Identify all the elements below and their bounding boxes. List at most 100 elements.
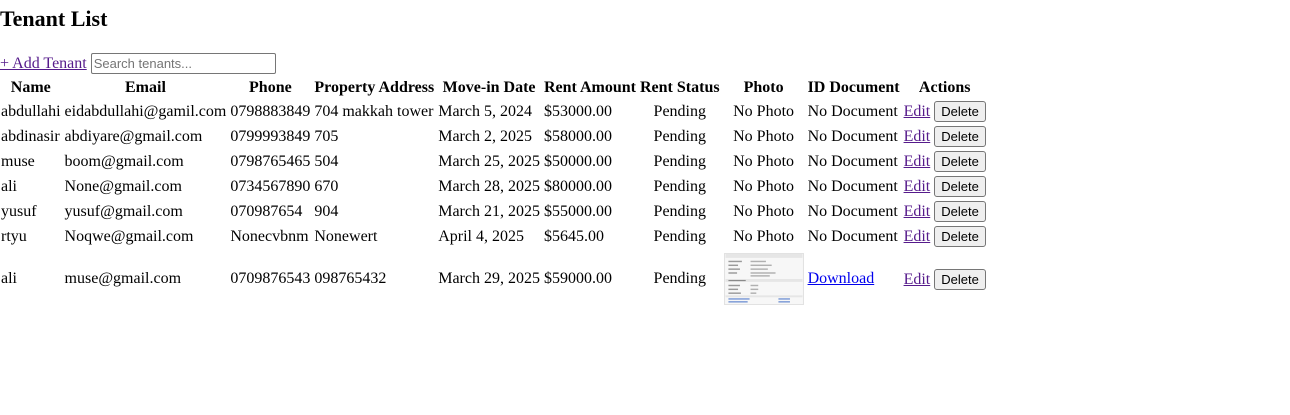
cell-email: eidabdullahi@gamil.com bbox=[64, 102, 227, 120]
table-row: rtyu Noqwe@gmail.com Nonecvbnm Nonewert … bbox=[0, 225, 987, 248]
delete-button[interactable]: Delete bbox=[934, 226, 986, 247]
cell-actions: Edit Delete bbox=[903, 200, 987, 223]
edit-link[interactable]: Edit bbox=[904, 271, 931, 288]
delete-button[interactable]: Delete bbox=[934, 151, 986, 172]
cell-id-document: No Document bbox=[807, 152, 898, 170]
cell-actions: Edit Delete bbox=[903, 175, 987, 198]
cell-rent: $50000.00 bbox=[543, 152, 612, 170]
cell-actions: Edit Delete bbox=[903, 125, 987, 148]
cell-phone: 0709876543 bbox=[230, 270, 311, 287]
tenant-table: Name Email Phone Property Address Move-i… bbox=[0, 75, 989, 310]
cell-address: 705 bbox=[314, 127, 339, 145]
cell-name: yusuf bbox=[1, 202, 37, 220]
table-header-row: Name Email Phone Property Address Move-i… bbox=[0, 77, 987, 98]
delete-button[interactable]: Delete bbox=[934, 268, 986, 290]
column-header-actions: Actions bbox=[918, 78, 971, 96]
tenant-photo-thumbnail[interactable] bbox=[723, 253, 804, 305]
cell-id-document: Download bbox=[807, 250, 901, 308]
cell-email: yusuf@gmail.com bbox=[64, 202, 183, 220]
cell-id-document: No Document bbox=[807, 102, 898, 120]
download-id-document-link[interactable]: Download bbox=[808, 270, 875, 287]
cell-name: muse bbox=[1, 152, 35, 170]
column-header-rent: Rent Amount bbox=[543, 78, 636, 96]
delete-button[interactable]: Delete bbox=[934, 201, 986, 222]
table-row: abdullahi eidabdullahi@gamil.com 0798883… bbox=[0, 100, 987, 123]
cell-move-in: March 25, 2025 bbox=[438, 152, 540, 170]
cell-name: ali bbox=[1, 177, 17, 195]
cell-status: Pending bbox=[653, 102, 706, 120]
column-header-move-in: Move-in Date bbox=[442, 78, 536, 96]
cell-rent: $59000.00 bbox=[543, 270, 612, 287]
cell-actions: Edit Delete bbox=[903, 150, 987, 173]
cell-email: None@gmail.com bbox=[64, 177, 182, 195]
cell-move-in: March 28, 2025 bbox=[438, 177, 540, 195]
cell-name: abdullahi bbox=[1, 102, 61, 120]
cell-address: Nonewert bbox=[314, 227, 378, 245]
cell-photo: No Photo bbox=[733, 127, 795, 145]
table-row: muse boom@gmail.com 0798765465 504 March… bbox=[0, 150, 987, 173]
search-input[interactable] bbox=[90, 53, 276, 74]
cell-actions: Edit Delete bbox=[903, 225, 987, 248]
toolbar: + Add Tenant bbox=[0, 53, 276, 74]
column-header-address: Property Address bbox=[314, 78, 435, 96]
column-header-email: Email bbox=[125, 78, 166, 96]
cell-phone: Nonecvbnm bbox=[230, 227, 309, 245]
page-title: Tenant List bbox=[0, 6, 108, 31]
cell-status: Pending bbox=[653, 152, 706, 170]
table-row: ali muse@gmail.com 0709876543 098765432 … bbox=[0, 250, 987, 308]
edit-link[interactable]: Edit bbox=[904, 103, 931, 120]
cell-move-in: March 5, 2024 bbox=[438, 102, 532, 120]
cell-status: Pending bbox=[653, 227, 706, 245]
cell-address: 504 bbox=[314, 152, 339, 170]
cell-id-document: No Document bbox=[807, 177, 898, 195]
delete-button[interactable]: Delete bbox=[934, 176, 986, 197]
cell-phone: 0798765465 bbox=[230, 152, 311, 170]
cell-rent: $5645.00 bbox=[543, 227, 604, 245]
cell-status: Pending bbox=[653, 127, 706, 145]
cell-move-in: March 29, 2025 bbox=[438, 270, 540, 287]
cell-address: 904 bbox=[314, 202, 339, 220]
cell-rent: $58000.00 bbox=[543, 127, 612, 145]
edit-link[interactable]: Edit bbox=[904, 203, 931, 220]
cell-name: rtyu bbox=[1, 227, 27, 245]
cell-photo: No Photo bbox=[733, 152, 795, 170]
cell-address: 704 makkah tower bbox=[314, 102, 434, 120]
column-header-name: Name bbox=[10, 78, 51, 96]
cell-phone: 0798883849 bbox=[230, 102, 311, 120]
delete-button[interactable]: Delete bbox=[934, 126, 986, 147]
cell-actions: Edit Delete bbox=[903, 250, 987, 308]
column-header-photo: Photo bbox=[743, 78, 784, 96]
table-row: abdinasir abdiyare@gmail.com 0799993849 … bbox=[0, 125, 987, 148]
cell-photo: No Photo bbox=[733, 102, 795, 120]
cell-name: abdinasir bbox=[1, 127, 60, 145]
edit-link[interactable]: Edit bbox=[904, 178, 931, 195]
cell-address: 670 bbox=[314, 177, 339, 195]
cell-email: boom@gmail.com bbox=[64, 152, 184, 170]
edit-link[interactable]: Edit bbox=[904, 128, 931, 145]
cell-id-document: No Document bbox=[807, 202, 898, 220]
cell-status: Pending bbox=[653, 202, 706, 220]
cell-id-document: No Document bbox=[807, 227, 898, 245]
cell-rent: $53000.00 bbox=[543, 102, 612, 120]
add-tenant-link[interactable]: + Add Tenant bbox=[0, 55, 87, 73]
cell-phone: 0799993849 bbox=[230, 127, 311, 145]
cell-status: Pending bbox=[653, 177, 706, 195]
delete-button[interactable]: Delete bbox=[934, 101, 986, 122]
cell-id-document: No Document bbox=[807, 127, 898, 145]
cell-email: abdiyare@gmail.com bbox=[64, 127, 203, 145]
column-header-status: Rent Status bbox=[640, 78, 720, 96]
cell-move-in: April 4, 2025 bbox=[438, 227, 524, 245]
cell-move-in: March 21, 2025 bbox=[438, 202, 540, 220]
cell-email: Noqwe@gmail.com bbox=[64, 227, 194, 245]
cell-phone: 0734567890 bbox=[230, 177, 311, 195]
cell-photo: No Photo bbox=[733, 227, 795, 245]
cell-photo: No Photo bbox=[733, 177, 795, 195]
table-row: ali None@gmail.com 0734567890 670 March … bbox=[0, 175, 987, 198]
cell-name: ali bbox=[1, 270, 17, 287]
table-row: yusuf yusuf@gmail.com 070987654 904 Marc… bbox=[0, 200, 987, 223]
cell-actions: Edit Delete bbox=[903, 100, 987, 123]
edit-link[interactable]: Edit bbox=[904, 228, 931, 245]
edit-link[interactable]: Edit bbox=[904, 153, 931, 170]
column-header-phone: Phone bbox=[249, 78, 292, 96]
cell-email: muse@gmail.com bbox=[64, 270, 182, 287]
